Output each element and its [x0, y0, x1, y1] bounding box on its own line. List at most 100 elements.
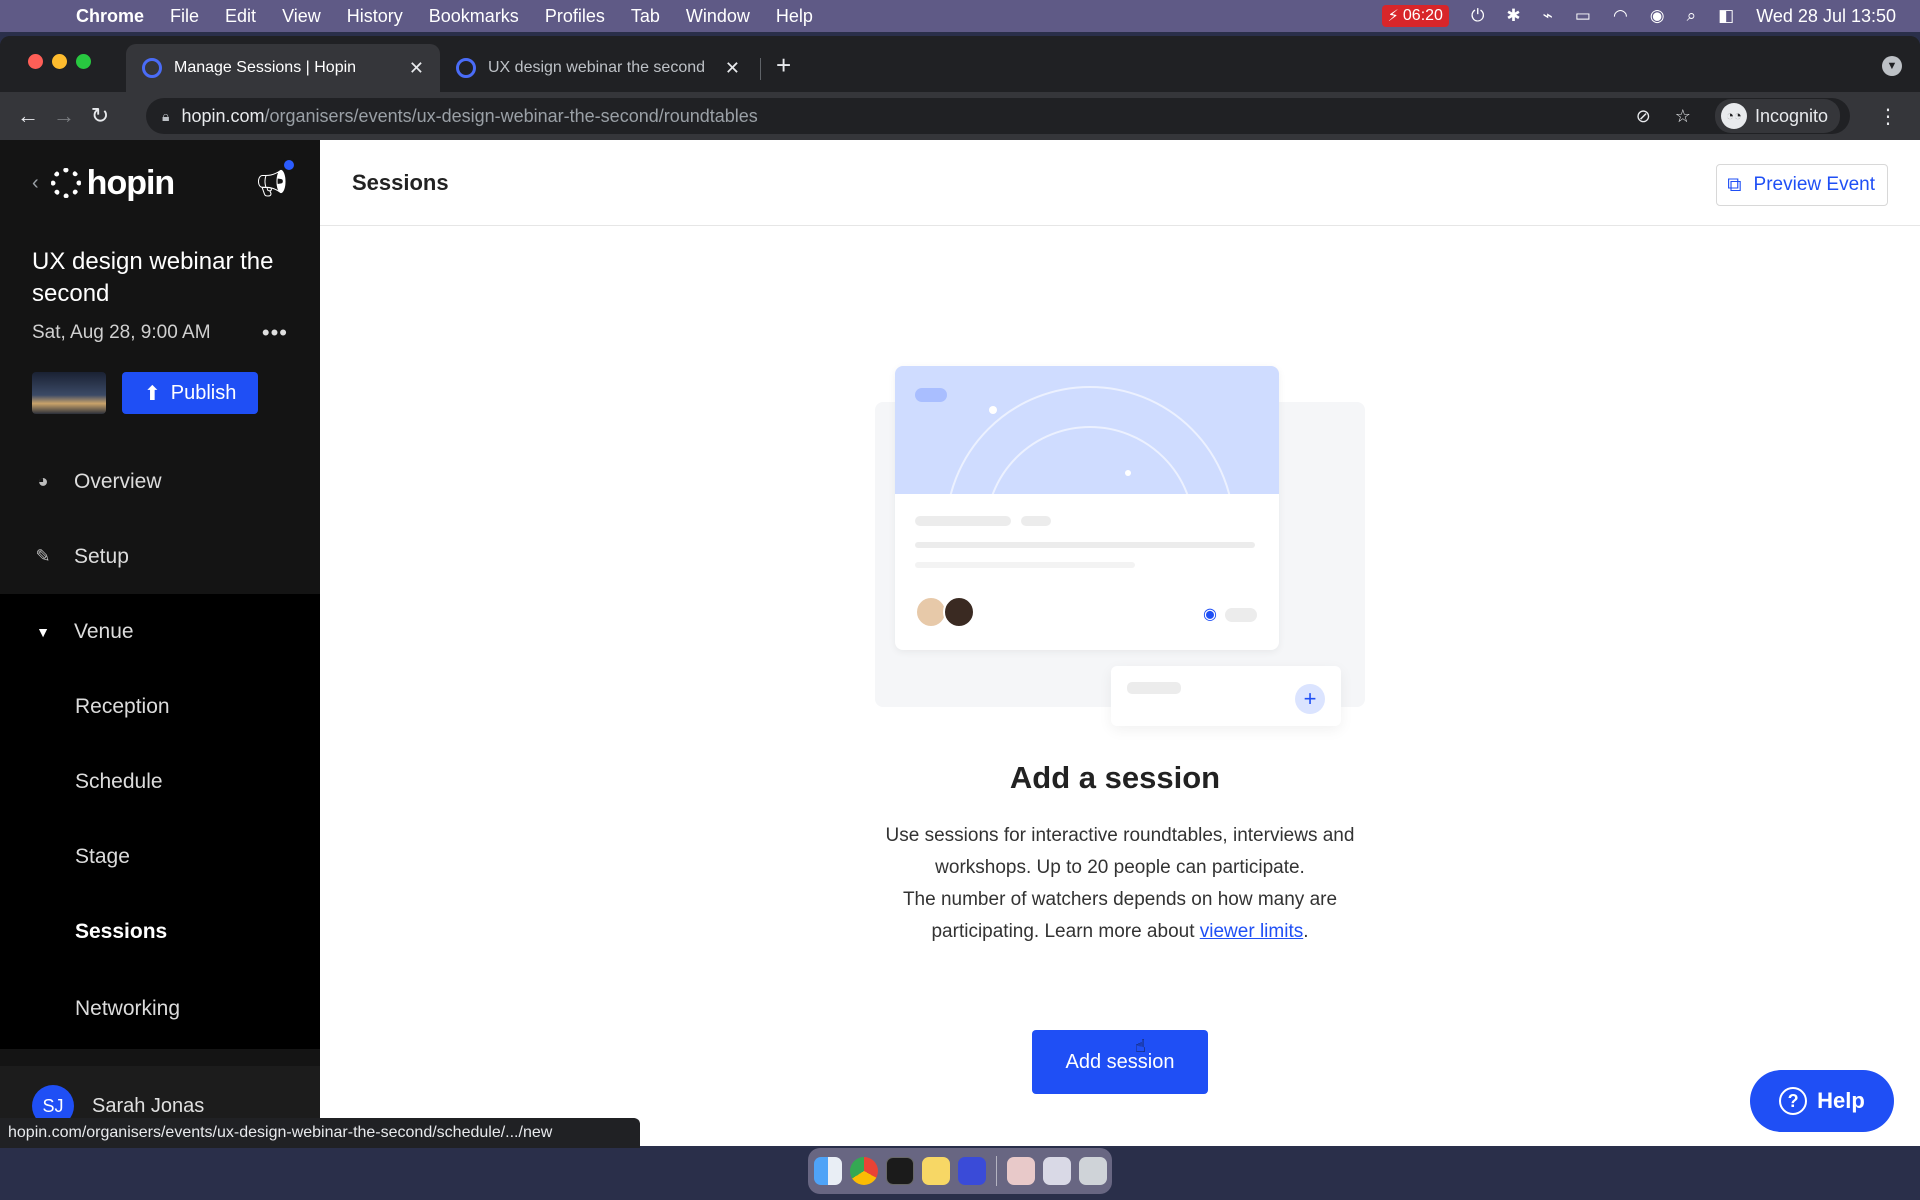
chrome-icon[interactable]	[849, 1157, 878, 1185]
empty-state-title-text: Add a session	[1009, 760, 1221, 795]
bolt-app-icon[interactable]	[957, 1157, 986, 1185]
illustration-dot	[989, 406, 997, 414]
url-host: hopin.com	[181, 105, 265, 126]
sidebar-item-label: Setup	[74, 544, 129, 568]
hopin-logo-text[interactable]: hopin	[87, 164, 176, 203]
sidebar-item-reception[interactable]: Reception	[0, 669, 320, 744]
trash-icon[interactable]	[1078, 1157, 1107, 1185]
sidebar-item-venue[interactable]: ▼ Venue	[0, 594, 320, 669]
publish-label: Publish	[170, 381, 237, 404]
search-icon[interactable]: ⌕	[1687, 6, 1697, 26]
menu-help[interactable]: Help	[776, 6, 813, 27]
eye-off-icon[interactable]: ⊘	[1636, 106, 1651, 127]
reload-icon[interactable]: ↻	[82, 103, 118, 129]
main-header: Sessions ⧉ Preview Event	[320, 140, 1920, 226]
sidebar-item-stage[interactable]: Stage	[0, 819, 320, 894]
user-icon[interactable]: ◉	[1650, 6, 1665, 26]
chevron-left-icon[interactable]: ‹	[32, 172, 39, 195]
tab-strip: Manage Sessions | Hopin ✕ UX design webi…	[0, 36, 1920, 92]
menu-file[interactable]: File	[170, 6, 199, 27]
bookmark-star-icon[interactable]: ☆	[1675, 106, 1691, 127]
tab-title: Manage Sessions | Hopin	[174, 59, 357, 76]
illustration-bar	[915, 516, 1011, 526]
control-center-icon[interactable]: ◧	[1718, 6, 1734, 26]
sidebar-item-label: Networking	[75, 997, 181, 1020]
illustration-bar	[1021, 516, 1051, 526]
event-date: Sat, Aug 28, 9:00 AM	[32, 322, 211, 343]
sidebar-item-networking[interactable]: Networking	[0, 969, 320, 1049]
tab-ux-design-webinar[interactable]: UX design webinar the second ✕	[440, 44, 756, 92]
menu-history[interactable]: History	[347, 6, 403, 27]
bluetooth-icon[interactable]: ✱	[1506, 6, 1520, 26]
power-icon[interactable]: ⏻	[1471, 6, 1484, 26]
lock-icon[interactable]: 🔒︎	[162, 108, 169, 125]
sessions-illustration: ◉ +	[875, 366, 1365, 726]
airdrop-icon[interactable]: ⌁	[1543, 6, 1553, 26]
new-tab-icon[interactable]: +	[776, 50, 791, 81]
hopin-logo-icon[interactable]	[50, 168, 81, 198]
plus-icon: +	[1295, 684, 1325, 714]
incognito-profile-button[interactable]: ◔◔ Incognito	[1714, 99, 1840, 133]
battery-icon[interactable]: ▭	[1575, 6, 1591, 26]
back-icon[interactable]: ←	[10, 103, 46, 129]
illustration-dot	[1125, 470, 1131, 476]
notes-icon[interactable]	[921, 1157, 950, 1185]
macos-dock	[808, 1148, 1112, 1194]
chrome-menu-icon[interactable]: ⋮	[1878, 104, 1898, 129]
tab-manage-sessions[interactable]: Manage Sessions | Hopin ✕	[126, 44, 440, 92]
eye-icon: ◉	[1203, 606, 1217, 623]
minimize-window-button[interactable]	[52, 54, 67, 69]
help-label: Help	[1817, 1088, 1865, 1113]
menu-tab[interactable]: Tab	[631, 6, 660, 27]
sidebar-header: ‹ hopin 📢︎	[0, 140, 320, 226]
finder-icon[interactable]	[813, 1157, 842, 1185]
sidebar-item-label: Reception	[75, 694, 170, 718]
sidebar-item-sessions[interactable]: Sessions	[0, 894, 320, 969]
viewer-limits-link[interactable]: viewer limits	[1200, 921, 1303, 942]
hopin-favicon-icon	[456, 58, 476, 78]
battery-timer[interactable]: ⚡ 06:20	[1381, 5, 1449, 27]
illustration-bar	[1127, 682, 1181, 694]
menu-view[interactable]: View	[282, 6, 321, 27]
menu-edit[interactable]: Edit	[225, 6, 256, 27]
close-tab-icon[interactable]: ✕	[725, 58, 740, 79]
folder-icon[interactable]	[1006, 1157, 1035, 1185]
menu-window[interactable]: Window	[686, 6, 750, 27]
maximize-window-button[interactable]	[76, 54, 91, 69]
publish-button[interactable]: ⬆ Publish	[122, 372, 259, 414]
help-button[interactable]: ? Help	[1750, 1070, 1894, 1132]
event-thumbnail[interactable]	[32, 372, 106, 414]
event-sidebar: ‹ hopin 📢︎ UX design webinar the second …	[0, 140, 320, 1146]
page-title: Sessions	[352, 169, 449, 195]
menu-bookmarks[interactable]: Bookmarks	[429, 6, 519, 27]
close-tab-icon[interactable]: ✕	[409, 58, 424, 79]
sidebar-item-label: Venue	[74, 619, 134, 643]
main-content: Sessions ⧉ Preview Event ◉ + Add a sessi…	[320, 140, 1920, 1146]
macos-menu-bar: Chrome File Edit View History Bookmarks …	[0, 0, 1920, 32]
sidebar-item-setup[interactable]: ✎ Setup	[0, 519, 320, 594]
dock-divider	[995, 1156, 997, 1186]
sidebar-item-label: Overview	[74, 469, 162, 493]
browser-window: Manage Sessions | Hopin ✕ UX design webi…	[0, 36, 1920, 1146]
close-window-button[interactable]	[28, 54, 43, 69]
more-options-icon[interactable]: •••	[262, 320, 288, 346]
upload-icon: ⬆	[144, 382, 161, 405]
terminal-icon[interactable]	[885, 1157, 914, 1185]
menu-app-chrome[interactable]: Chrome	[76, 6, 144, 27]
tab-search-icon[interactable]: ▼	[1882, 56, 1902, 76]
add-session-button[interactable]: Add session	[1032, 1030, 1208, 1094]
sidebar-item-schedule[interactable]: Schedule	[0, 744, 320, 819]
downloads-icon[interactable]	[1042, 1157, 1071, 1185]
menu-profiles[interactable]: Profiles	[545, 6, 605, 27]
sidebar-item-overview[interactable]: ◕ Overview	[0, 444, 320, 519]
wifi-icon[interactable]: ◠	[1613, 6, 1628, 26]
address-bar[interactable]: 🔒︎ hopin.com/organisers/events/ux-design…	[146, 98, 1850, 134]
illustration-bar	[915, 562, 1135, 568]
preview-event-button[interactable]: ⧉ Preview Event	[1716, 164, 1888, 206]
megaphone-icon[interactable]: 📢︎	[255, 168, 288, 199]
forward-icon[interactable]: →	[46, 103, 82, 129]
event-date-row: Sat, Aug 28, 9:00 AM •••	[0, 310, 320, 346]
menu-clock[interactable]: Wed 28 Jul 13:50	[1756, 6, 1896, 27]
sidebar-item-label: Sessions	[75, 919, 168, 943]
incognito-icon: ◔◔	[1720, 103, 1747, 129]
